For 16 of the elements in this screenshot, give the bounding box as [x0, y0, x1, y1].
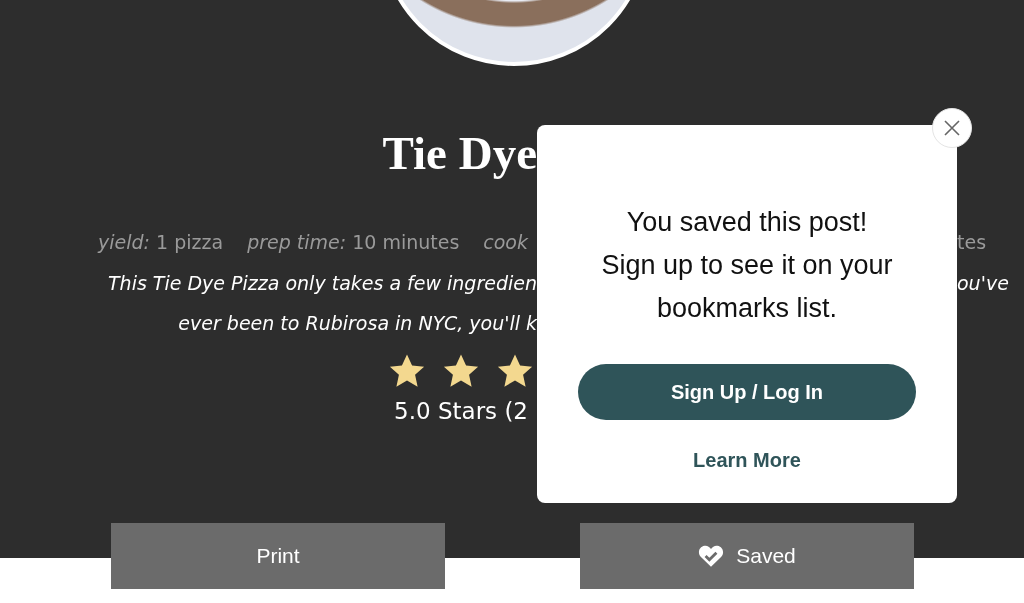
close-button[interactable]	[932, 108, 972, 148]
save-button[interactable]: Saved	[580, 523, 914, 589]
recipe-title: Tie Dye	[382, 129, 537, 177]
close-icon	[943, 119, 961, 137]
print-button[interactable]: Print	[111, 523, 445, 589]
recipe-meta: cook	[483, 231, 528, 253]
recipe-description: This Tie Dye Pizza only takes a few ingredien	[108, 272, 537, 294]
learn-more-link[interactable]: Learn More	[693, 449, 801, 472]
recipe-meta: tes	[957, 231, 987, 253]
rating-text: 5.0 Stars (2	[394, 398, 529, 424]
sign-up-button[interactable]: Sign Up / Log In	[578, 364, 916, 420]
recipe-meta: yield: 1 pizza	[98, 231, 224, 253]
recipe-description: ever been to Rubirosa in NYC, you'll k	[178, 312, 537, 334]
recipe-description: ou've	[957, 272, 1009, 294]
recipe-meta: prep time: 10 minutes	[247, 231, 460, 253]
popup-message: You saved this post! Sign up to see it on your bookmarks list.	[600, 206, 894, 325]
